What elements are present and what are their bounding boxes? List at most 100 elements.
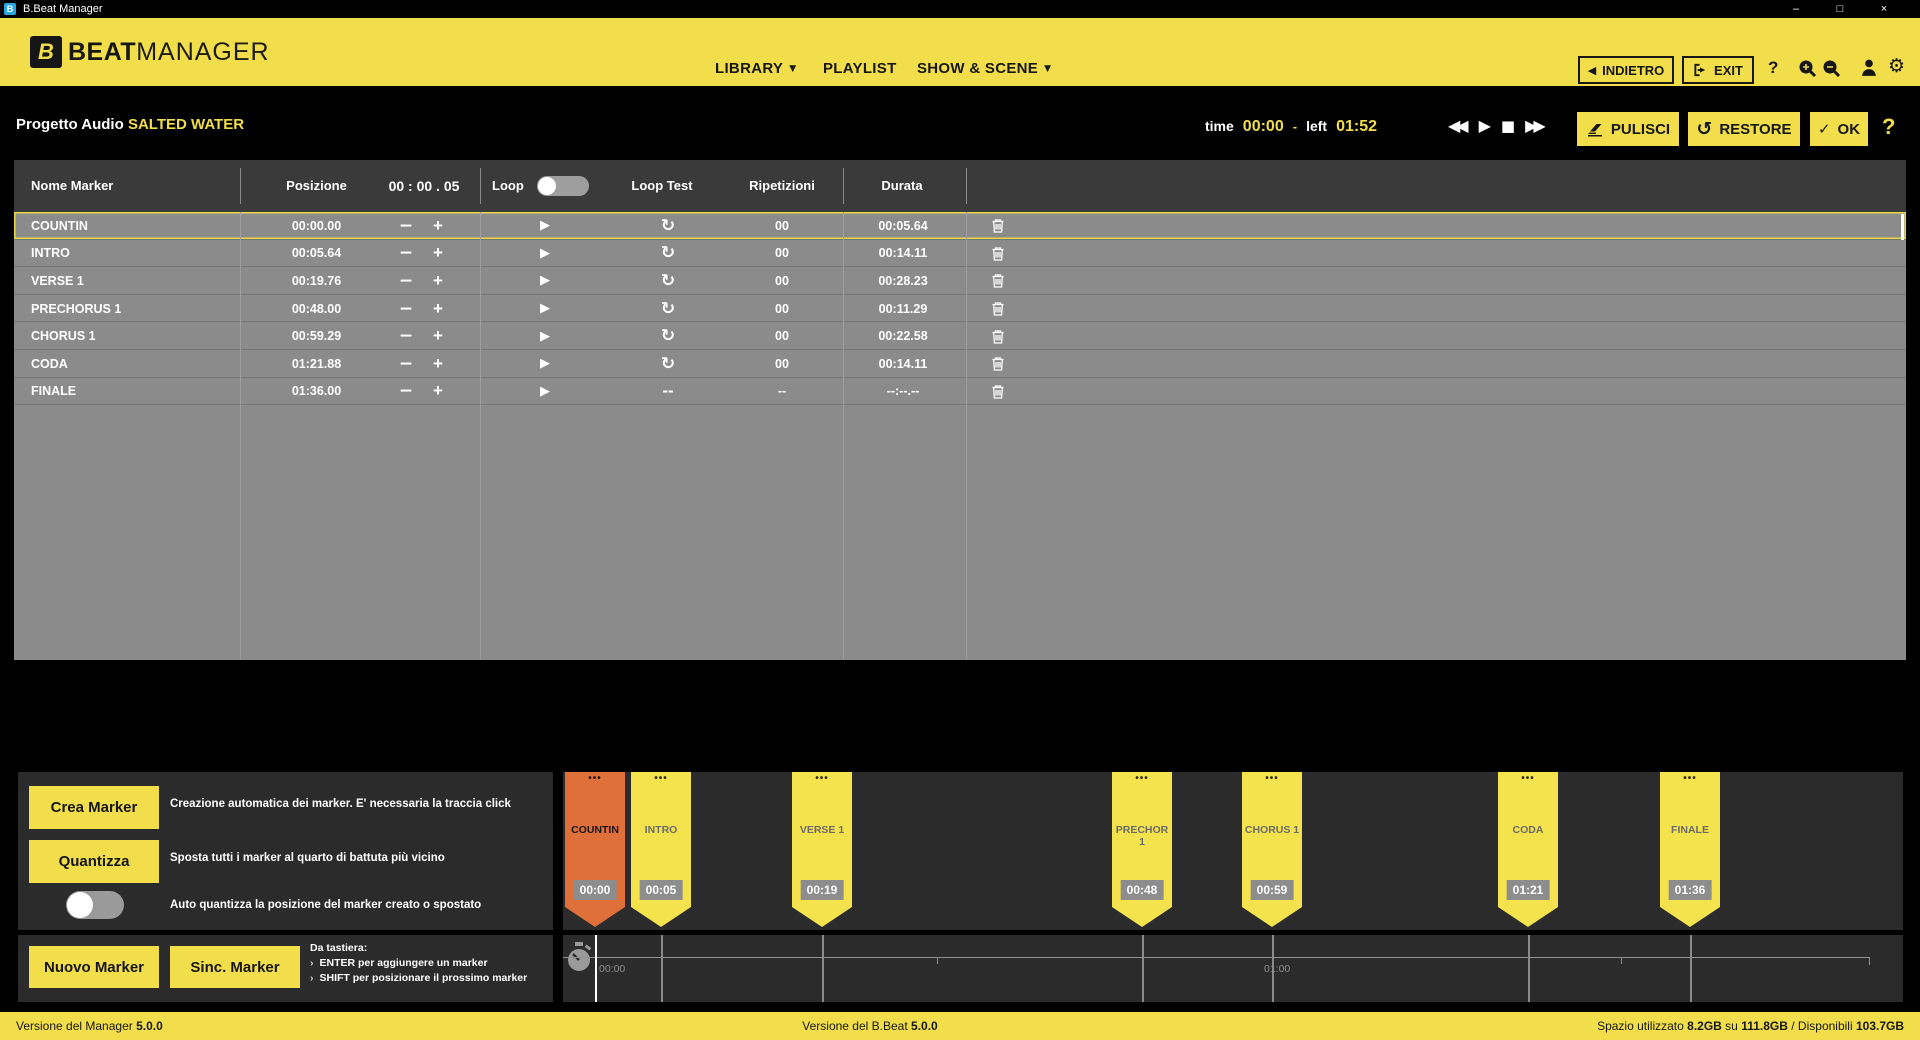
- nav-playlist[interactable]: PLAYLIST: [823, 60, 897, 77]
- rewind-icon[interactable]: ◀◀: [1448, 116, 1469, 135]
- marker-tools-panel: Crea Marker Creazione automatica dei mar…: [18, 772, 553, 930]
- table-row[interactable]: CODA01:21.88−+▶↻0000:14.11: [14, 350, 1906, 378]
- project-help-icon[interactable]: ?: [1882, 114, 1895, 140]
- position-decrease-button[interactable]: −: [394, 350, 418, 378]
- position-decrease-button[interactable]: −: [394, 322, 418, 350]
- position-decrease-button[interactable]: −: [394, 212, 418, 240]
- zoom-out-icon[interactable]: [1822, 59, 1841, 78]
- timeline-marker-flag[interactable]: •••CHORUS 100:59: [1242, 772, 1302, 927]
- table-row[interactable]: VERSE 100:19.76−+▶↻0000:28.23: [14, 267, 1906, 295]
- delete-marker-button[interactable]: [978, 295, 1018, 323]
- nav-show-scene[interactable]: SHOW & SCENE▼: [917, 60, 1051, 77]
- flag-time-badge: 01:21: [1507, 880, 1550, 900]
- timeline-marker-flag[interactable]: •••FINALE01:36: [1660, 772, 1720, 927]
- table-row[interactable]: COUNTIN00:00.00−+▶↻0000:05.64: [14, 212, 1906, 240]
- loop-test-button[interactable]: ↻: [643, 350, 693, 378]
- loop-toggle[interactable]: [537, 176, 589, 196]
- window-title: B.Beat Manager: [23, 3, 103, 15]
- marker-grid-line: [1142, 935, 1144, 1002]
- delete-marker-button[interactable]: [978, 267, 1018, 295]
- nuovo-marker-button[interactable]: Nuovo Marker: [29, 946, 159, 988]
- position-decrease-button[interactable]: −: [394, 240, 418, 268]
- flag-time-badge: 00:05: [640, 880, 683, 900]
- timeline-marker-flag[interactable]: •••COUNTIN00:00: [565, 772, 625, 927]
- help-icon[interactable]: ?: [1768, 58, 1778, 78]
- trash-icon: [990, 272, 1006, 289]
- trash-icon: [990, 245, 1006, 262]
- table-row[interactable]: PRECHORUS 100:48.00−+▶↻0000:11.29: [14, 295, 1906, 323]
- close-button[interactable]: ×: [1862, 0, 1906, 18]
- delete-marker-button[interactable]: [978, 240, 1018, 268]
- repetitions-value: 00: [732, 322, 832, 350]
- header: B BEAT MANAGER LIBRARY▼ PLAYLIST SHOW & …: [0, 18, 1920, 86]
- flag-menu-dots-icon[interactable]: •••: [1242, 773, 1302, 784]
- table-row[interactable]: FINALE01:36.00−+▶------:--.--: [14, 378, 1906, 406]
- delete-marker-button[interactable]: [978, 350, 1018, 378]
- position-increase-button[interactable]: +: [426, 322, 450, 350]
- flag-menu-dots-icon[interactable]: •••: [565, 773, 625, 784]
- indietro-button[interactable]: ◀ INDIETRO: [1578, 56, 1674, 84]
- play-marker-button[interactable]: ▶: [520, 322, 570, 350]
- table-row[interactable]: INTRO00:05.64−+▶↻0000:14.11: [14, 240, 1906, 268]
- delete-marker-button[interactable]: [978, 212, 1018, 240]
- flag-menu-dots-icon[interactable]: •••: [792, 773, 852, 784]
- position-decrease-button[interactable]: −: [394, 378, 418, 406]
- user-icon[interactable]: [1860, 58, 1878, 77]
- time-display: time 00:00 - left 01:52: [1205, 118, 1377, 136]
- loop-test-button[interactable]: ↻: [643, 267, 693, 295]
- table-row[interactable]: CHORUS 100:59.29−+▶↻0000:22.58: [14, 322, 1906, 350]
- loop-test-button[interactable]: ↻: [643, 322, 693, 350]
- exit-icon: [1693, 63, 1708, 77]
- flag-menu-dots-icon[interactable]: •••: [1498, 773, 1558, 784]
- timeline-marker-flag[interactable]: •••PRECHOR 100:48: [1112, 772, 1172, 927]
- timeline-ruler-panel[interactable]: 00:0001:00: [563, 935, 1903, 1002]
- play-marker-button[interactable]: ▶: [520, 267, 570, 295]
- play-marker-button[interactable]: ▶: [520, 212, 570, 240]
- flag-menu-dots-icon[interactable]: •••: [1660, 773, 1720, 784]
- sinc-marker-button[interactable]: Sinc. Marker: [170, 946, 300, 988]
- position-increase-button[interactable]: +: [426, 240, 450, 268]
- play-marker-button[interactable]: ▶: [520, 240, 570, 268]
- position-decrease-button[interactable]: −: [394, 295, 418, 323]
- play-marker-button[interactable]: ▶: [520, 295, 570, 323]
- stop-icon[interactable]: ■: [1501, 117, 1515, 135]
- table-scrollbar[interactable]: [1901, 214, 1904, 240]
- loop-test-button[interactable]: ↻: [643, 295, 693, 323]
- position-increase-button[interactable]: +: [426, 350, 450, 378]
- quantizza-button[interactable]: Quantizza: [29, 840, 159, 883]
- pulisci-button[interactable]: PULISCI: [1577, 112, 1679, 146]
- duration-value: 00:05.64: [853, 212, 953, 240]
- maximize-button[interactable]: □: [1818, 0, 1862, 18]
- autoquantizza-toggle[interactable]: [66, 891, 124, 919]
- project-title: Progetto Audio SALTED WATER: [16, 116, 244, 133]
- position-decrease-button[interactable]: −: [394, 267, 418, 295]
- position-increase-button[interactable]: +: [426, 295, 450, 323]
- position-increase-button[interactable]: +: [426, 378, 450, 406]
- play-icon[interactable]: ▶: [1479, 116, 1491, 135]
- transport-controls: ◀◀ ▶ ■ ▶▶: [1448, 116, 1546, 135]
- timeline-marker-flag[interactable]: •••INTRO00:05: [631, 772, 691, 927]
- play-marker-button[interactable]: ▶: [520, 378, 570, 406]
- delete-marker-button[interactable]: [978, 322, 1018, 350]
- flag-menu-dots-icon[interactable]: •••: [631, 773, 691, 784]
- keyboard-hint-shift: ›SHIFT per posizionare il prossimo marke…: [310, 972, 527, 984]
- crea-marker-button[interactable]: Crea Marker: [29, 786, 159, 829]
- loop-test-button[interactable]: ↻: [643, 240, 693, 268]
- play-marker-button[interactable]: ▶: [520, 350, 570, 378]
- exit-button[interactable]: EXIT: [1682, 56, 1754, 84]
- timeline-marker-flag[interactable]: •••CODA01:21: [1498, 772, 1558, 927]
- ok-button[interactable]: ✓ OK: [1810, 112, 1868, 146]
- position-increase-button[interactable]: +: [426, 267, 450, 295]
- bbeat-manager-window: B B.Beat Manager – □ × B BEAT MANAGER LI…: [0, 0, 1920, 1040]
- timeline-marker-flag[interactable]: •••VERSE 100:19: [792, 772, 852, 927]
- delete-marker-button[interactable]: [978, 378, 1018, 406]
- settings-gear-icon[interactable]: ⚙: [1888, 55, 1905, 77]
- flag-menu-dots-icon[interactable]: •••: [1112, 773, 1172, 784]
- forward-icon[interactable]: ▶▶: [1525, 116, 1546, 135]
- minimize-button[interactable]: –: [1774, 0, 1818, 18]
- position-increase-button[interactable]: +: [426, 212, 450, 240]
- loop-test-button[interactable]: ↻: [643, 212, 693, 240]
- zoom-in-icon[interactable]: [1798, 59, 1817, 78]
- nav-library[interactable]: LIBRARY▼: [715, 60, 796, 77]
- restore-button[interactable]: ↺ RESTORE: [1688, 112, 1800, 146]
